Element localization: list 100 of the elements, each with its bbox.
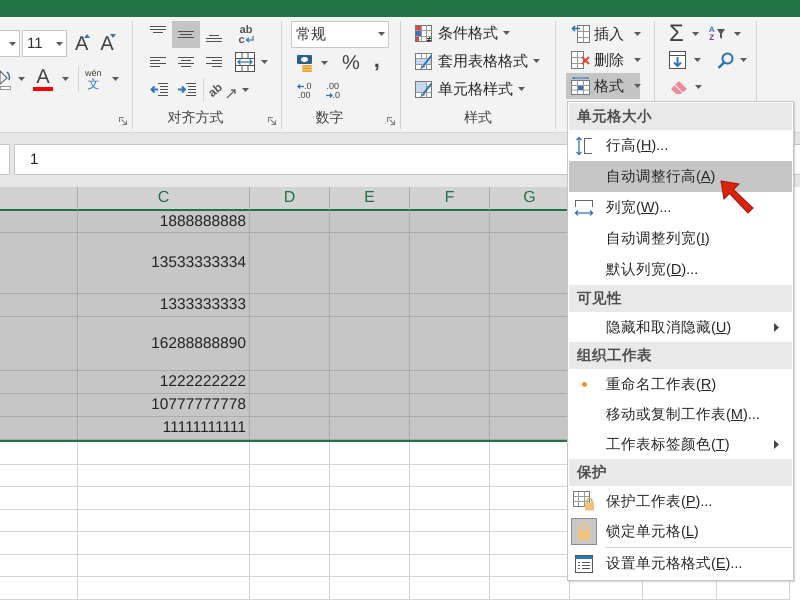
caret-icon	[260, 60, 268, 64]
menu-section-header: 可见性	[569, 285, 792, 312]
column-header[interactable]: C	[78, 187, 250, 211]
align-top-icon	[149, 26, 167, 33]
autosum-button[interactable]: Σ	[669, 22, 699, 46]
merge-cells-icon	[234, 52, 254, 72]
menu-item[interactable]: 设置单元格格式(E)...	[569, 548, 792, 579]
caret-icon	[321, 61, 328, 65]
caret-icon	[734, 32, 741, 36]
menu-item[interactable]: 重命名工作表(R)	[569, 369, 792, 399]
right-arrow-icon	[326, 93, 333, 98]
shrink-font-button[interactable]: A	[100, 30, 116, 57]
dialog-launcher-icon[interactable]	[119, 117, 127, 125]
arrow-icon	[719, 179, 755, 214]
font-size-dropdown[interactable]: 11	[22, 30, 67, 57]
caret-icon	[634, 84, 641, 88]
cell-styles-icon	[415, 80, 432, 98]
menu-item[interactable]: 自动调整列宽(I)	[569, 223, 792, 254]
menu-section-header: 单元格大小	[569, 103, 792, 130]
delete-cells-icon	[571, 51, 590, 69]
sort-filter-button[interactable]: A Z	[708, 22, 741, 46]
fill-button[interactable]	[669, 48, 701, 72]
column-header[interactable]: D	[250, 187, 330, 211]
menu-section-header: 组织工作表	[569, 342, 792, 369]
conditional-format-icon	[415, 24, 432, 42]
font-name-dropdown[interactable]	[0, 30, 20, 57]
menu-item[interactable]: 保护工作表(P)...	[569, 486, 792, 516]
increase-indent-icon	[178, 82, 196, 98]
menu-item[interactable]: 锁定单元格(L)	[569, 516, 792, 546]
caret-down-icon	[110, 34, 116, 38]
row-height-icon	[575, 136, 593, 156]
caret-icon	[378, 32, 385, 36]
grow-font-button[interactable]: A	[75, 30, 90, 57]
menu-item[interactable]: 自动调整行高(A)	[569, 161, 792, 192]
table-cell: 11111111111	[78, 417, 250, 440]
menu-item[interactable]: 工作表标签颜色(T)	[569, 429, 792, 459]
menu-item[interactable]: 移动或复制工作表(M)...	[569, 399, 792, 429]
align-middle-icon	[177, 31, 195, 38]
conditional-format-button[interactable]: 条件格式	[401, 22, 555, 44]
caret-icon	[694, 58, 701, 62]
decrease-indent-icon	[150, 82, 168, 98]
accounting-format-button[interactable]	[296, 53, 328, 73]
orientation-button[interactable]: ab	[210, 78, 246, 102]
group-label: 对齐方式	[166, 109, 224, 128]
caret-icon	[503, 31, 510, 35]
funnel-icon	[716, 29, 725, 39]
phonetic-guide-button[interactable]: wén 文	[85, 66, 119, 92]
protect-sheet-icon	[573, 491, 595, 511]
caret-icon	[18, 77, 25, 81]
column-header[interactable]: F	[410, 187, 490, 211]
column-header[interactable]: G	[490, 187, 570, 211]
caret-icon	[9, 42, 16, 46]
format-cells-menu-button[interactable]: 格式	[566, 73, 640, 99]
column-header[interactable]: E	[330, 187, 410, 211]
increase-decimal-button[interactable]: .0 .00	[297, 80, 312, 102]
format-as-table-button[interactable]: 套用表格格式	[401, 50, 555, 72]
insert-cells-button[interactable]: 插入	[566, 21, 640, 47]
caret-icon	[692, 32, 699, 36]
money-icon	[296, 54, 313, 72]
align-center-icon	[178, 57, 194, 67]
align-right-icon	[206, 57, 222, 67]
caret-icon	[695, 85, 702, 89]
caret-icon	[634, 32, 641, 36]
column-header[interactable]	[0, 187, 78, 211]
dialog-launcher-icon[interactable]	[387, 117, 395, 125]
menu-item[interactable]: 默认列宽(D)...	[569, 254, 792, 285]
menu-item[interactable]: 隐藏和取消隐藏(U)	[569, 312, 792, 342]
table-format-icon	[415, 52, 432, 70]
decrease-decimal-button[interactable]: .00 .0	[326, 80, 340, 102]
caret-icon	[533, 59, 540, 63]
color-bar-icon	[33, 87, 53, 91]
column-width-icon	[574, 198, 594, 216]
comma-style-button[interactable]: ,	[374, 53, 380, 73]
menu-item[interactable]: 列宽(W)...	[569, 192, 792, 223]
group-label: 样式	[463, 109, 493, 128]
caret-icon	[518, 87, 525, 91]
middle-align-button[interactable]	[172, 21, 200, 48]
cell-styles-button[interactable]: 单元格样式	[401, 78, 555, 100]
align-bottom-icon	[205, 35, 223, 42]
cell-format-icon	[571, 77, 590, 95]
caret-icon	[740, 58, 747, 62]
menu-section-header: 保护	[569, 459, 792, 486]
dialog-launcher-icon[interactable]	[268, 117, 276, 125]
caret-icon	[634, 58, 641, 62]
caret-up-icon	[84, 34, 90, 38]
wrap-text-button[interactable]: ab c	[234, 21, 258, 48]
insert-cells-icon	[571, 25, 590, 43]
number-format-dropdown[interactable]: 常规	[291, 20, 389, 48]
name-box-field[interactable]	[0, 144, 10, 175]
search-icon	[717, 52, 734, 68]
caret-icon	[242, 88, 249, 92]
merge-center-button[interactable]	[232, 51, 270, 73]
font-color-button[interactable]: A	[33, 66, 69, 92]
fill-down-icon	[669, 51, 686, 69]
caret-icon	[112, 77, 119, 81]
delete-cells-button[interactable]: 删除	[566, 47, 640, 73]
percent-style-button[interactable]: %	[342, 53, 360, 73]
caret-icon	[56, 42, 63, 46]
group-label: 数字	[314, 109, 344, 128]
align-left-icon	[150, 57, 166, 67]
